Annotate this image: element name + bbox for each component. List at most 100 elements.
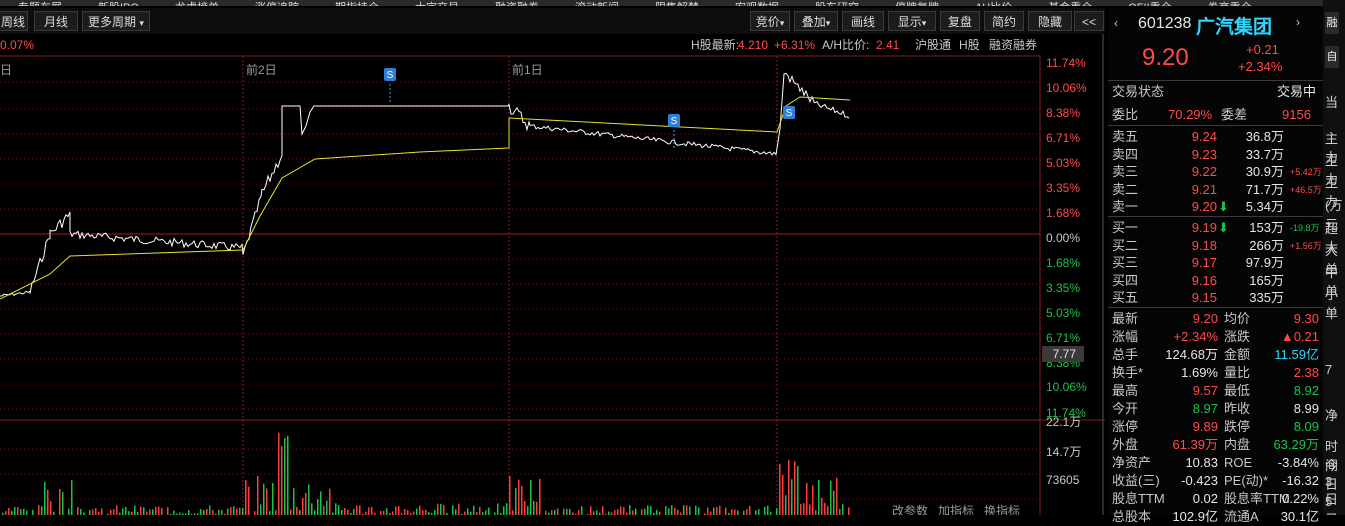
stat-value: 9.89 xyxy=(1192,419,1218,434)
margin-badge[interactable]: 融 xyxy=(1325,12,1339,34)
volume-bar xyxy=(380,510,382,515)
volume-bar xyxy=(581,506,583,515)
volume-bar xyxy=(338,505,340,515)
volume-bar xyxy=(710,511,712,515)
top-menu-item[interactable]: 涨停追踪 xyxy=(255,3,299,7)
more-periods-button[interactable]: 更多周期 ▾ xyxy=(82,11,150,31)
volume-bar xyxy=(140,506,142,515)
volume-bar xyxy=(827,506,829,515)
volume-bar xyxy=(41,506,43,515)
display-label: 显示 xyxy=(897,15,922,29)
bid-volume-change: -19.8万 xyxy=(1290,223,1320,233)
volume-bar xyxy=(92,509,94,515)
weekly-period-button[interactable]: 周线 xyxy=(0,11,28,31)
top-menu-item[interactable]: 大宗交易 xyxy=(415,3,459,7)
volume-bar xyxy=(167,507,169,515)
nav-right-arrow-icon[interactable]: › xyxy=(1296,15,1300,29)
volume-axis-label: 14.7万 xyxy=(1046,445,1081,459)
volume-bar xyxy=(833,490,835,515)
volume-axis-label: 22.1万 xyxy=(1046,415,1081,429)
volume-bar xyxy=(455,509,457,515)
volume-bar xyxy=(44,481,46,515)
intraday-chart[interactable]: 0.07% H股最新: 4.210 +6.31% A/H比价: 2.41 沪股通 H股 融资融券… xyxy=(0,34,1105,518)
tab-change-indicator: 换指标 xyxy=(984,503,1020,515)
ask-level-label: 卖二 xyxy=(1112,181,1139,197)
hide-button[interactable]: 隐藏 xyxy=(1028,11,1072,31)
top-menu-item[interactable]: 股东研究 xyxy=(815,3,859,7)
stat-row: 涨幅 +2.34% 涨跌 ▲0.21 xyxy=(1112,328,1322,346)
y-axis-label: 11.74% xyxy=(1046,56,1086,70)
stat-label: 今开 xyxy=(1112,401,1139,416)
watchlist-badge[interactable]: 自 xyxy=(1325,46,1339,68)
ask-level-label: 卖四 xyxy=(1112,146,1139,162)
top-menu-item[interactable]: AH比价 xyxy=(975,3,1012,7)
top-menu-item[interactable]: 专题车展 xyxy=(18,3,62,7)
stat-value: 8.09 xyxy=(1293,419,1319,434)
volume-bar xyxy=(293,488,295,515)
y-axis-label: 1.68% xyxy=(1046,256,1080,270)
stat-value: -0.423 xyxy=(1181,473,1218,488)
volume-bar xyxy=(305,492,307,515)
volume-bar xyxy=(248,486,250,515)
volume-bar xyxy=(122,508,124,515)
top-menu-item[interactable]: 新股IPO xyxy=(98,3,139,7)
volume-bar xyxy=(125,507,127,515)
top-menu-item[interactable]: 期指持仓 xyxy=(335,3,379,7)
top-menu-item[interactable]: QFII重仓 xyxy=(1128,3,1171,7)
s-marker-label: S xyxy=(671,116,678,127)
bid-volume: 165万 xyxy=(1249,272,1284,288)
volume-bar xyxy=(743,510,745,515)
top-menu-item[interactable]: 限售解禁 xyxy=(655,3,699,7)
simple-mode-button[interactable]: 简约 xyxy=(984,11,1024,31)
volume-bar xyxy=(734,509,736,515)
top-menu-item[interactable]: 滚动新闻 xyxy=(575,3,619,7)
order-ratio-label: 委比 xyxy=(1112,107,1139,122)
link-margin: 融资融券 xyxy=(989,37,1037,52)
bid-volume: 266万 xyxy=(1249,237,1284,253)
draw-line-button[interactable]: 画线 xyxy=(842,11,884,31)
top-menu-item[interactable]: 基金重仓 xyxy=(1048,3,1092,7)
stat-label: 均价 xyxy=(1224,311,1251,326)
stat-label: 金额 xyxy=(1224,347,1251,362)
y-axis-label: 5.03% xyxy=(1046,306,1080,320)
replay-button[interactable]: 复盘 xyxy=(940,11,980,31)
volume-bar xyxy=(344,508,346,515)
volume-bar xyxy=(716,506,718,515)
volume-bar xyxy=(836,477,838,515)
volume-bar xyxy=(200,509,202,515)
volume-bar xyxy=(71,480,73,515)
top-menu-item[interactable]: 融资融券 xyxy=(495,3,539,7)
volume-bar xyxy=(383,510,385,515)
ask-level-label: 卖三 xyxy=(1112,164,1139,179)
volume-bar xyxy=(353,508,355,515)
ask-level-row: 卖五 9.24 36.8万 xyxy=(1112,128,1322,146)
volume-bar xyxy=(116,505,118,515)
volume-bar xyxy=(386,508,388,515)
display-button[interactable]: 显示▾ xyxy=(888,11,936,31)
overlay-button[interactable]: 叠加▾ xyxy=(794,11,838,31)
volume-bar xyxy=(824,502,826,515)
ask-volume-change: +46.5万 xyxy=(1290,184,1322,195)
monthly-period-button[interactable]: 月线 xyxy=(34,11,78,31)
volume-bar xyxy=(47,489,49,515)
top-menu-item[interactable]: 龙虎榜单 xyxy=(175,3,219,7)
nav-left-arrow-icon[interactable]: ‹ xyxy=(1114,16,1118,30)
volume-bar xyxy=(788,459,790,515)
chart-toolbar: 周线 月线 更多周期 ▾ 竞价▾ 叠加▾ 画线 显示▾ 复盘 简约 隐藏 << xyxy=(0,8,1105,34)
side-panel-text: 小单 xyxy=(1325,287,1339,321)
ask-volume: 5.34万 xyxy=(1245,199,1284,214)
volume-bar xyxy=(563,508,565,515)
auction-button[interactable]: 竞价▾ xyxy=(750,11,790,31)
down-arrow-icon: ⬇ xyxy=(1218,220,1229,235)
top-menu-item[interactable]: 券商重仓 xyxy=(1208,3,1252,7)
top-menu-item[interactable]: 宏观数据 xyxy=(735,3,779,7)
top-menu-item[interactable]: 停牌复牌 xyxy=(895,3,939,7)
volume-bar xyxy=(764,506,766,515)
volume-bar xyxy=(392,511,394,515)
stat-value: 9.57 xyxy=(1192,383,1218,398)
volume-bar xyxy=(368,507,370,515)
volume-bar xyxy=(848,507,850,515)
prev-next-nav-button[interactable]: << xyxy=(1074,11,1104,31)
volume-bar xyxy=(791,479,793,515)
volume-bar xyxy=(539,478,541,515)
